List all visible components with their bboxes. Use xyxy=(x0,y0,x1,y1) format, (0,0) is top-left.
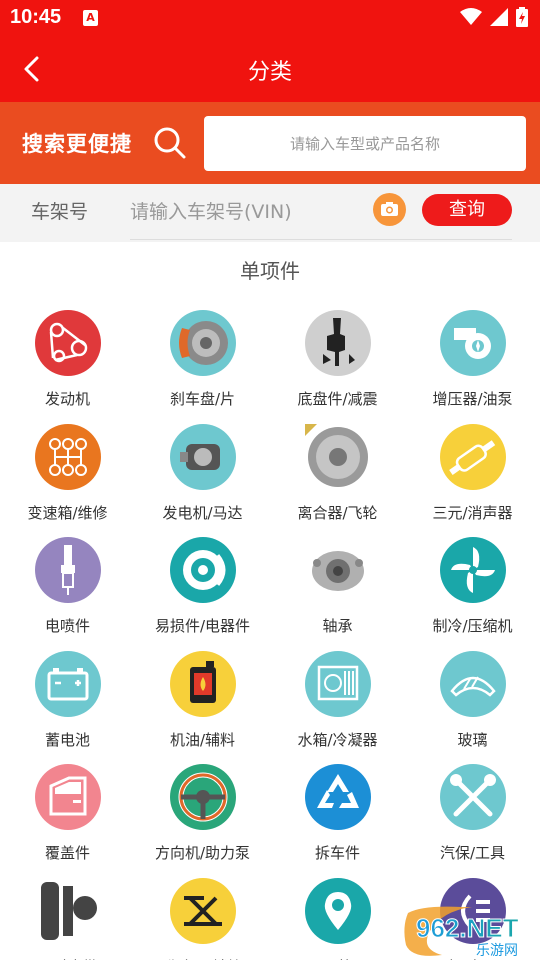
category-label: 离合器/飞轮 xyxy=(297,503,378,522)
search-bar: 搜索更便捷 xyxy=(0,102,540,184)
fan-icon xyxy=(440,537,506,603)
category-label: 导航 xyxy=(270,956,405,960)
notification-icon: A xyxy=(83,10,98,26)
category-item[interactable]: 拆车件 xyxy=(270,762,405,875)
category-label: 机油/辅料 xyxy=(169,730,236,749)
car-door-icon xyxy=(35,764,101,830)
turbocharger-icon xyxy=(440,310,506,376)
category-item[interactable]: 易损件/电器件 xyxy=(135,535,270,648)
shock-absorber-icon xyxy=(305,310,371,376)
title-bar: 分类 xyxy=(0,36,540,102)
category-item[interactable]: 汽保/工具 xyxy=(405,762,540,875)
search-slogan: 搜索更便捷 xyxy=(22,132,132,156)
search-input[interactable] xyxy=(204,116,526,171)
lift-icon xyxy=(170,877,236,944)
query-button[interactable]: 查询 xyxy=(422,194,512,226)
category-item[interactable]: 制冷/压缩机 xyxy=(405,535,540,648)
page-title: 分类 xyxy=(247,60,292,85)
status-time: 10:45 xyxy=(10,6,62,28)
vin-row: 车架号 查询 xyxy=(0,184,540,242)
battery-status-icon xyxy=(516,7,528,27)
category-label: 水箱/冷凝器 xyxy=(297,730,378,749)
wrench-tools-icon xyxy=(440,764,506,830)
wifi-icon xyxy=(460,8,482,25)
category-item[interactable]: 机油/辅料 xyxy=(135,649,270,762)
category-label: 蓄电池 xyxy=(44,730,90,749)
signal-icon xyxy=(490,8,508,26)
timing-belt-icon xyxy=(35,877,101,944)
category-item[interactable]: 正时皮带 xyxy=(0,876,135,960)
category-label: 底盘件/减震 xyxy=(297,390,378,408)
category-label: 增压器/油泵 xyxy=(432,390,513,408)
battery-icon xyxy=(35,650,101,717)
svg-text:乐游网: 乐游网 xyxy=(476,943,518,959)
category-item[interactable]: 发电机/马达 xyxy=(135,422,270,535)
category-item[interactable]: 方向机/助力泵 xyxy=(135,762,270,875)
category-label: 易损件/电器件 xyxy=(154,617,251,635)
vin-input[interactable] xyxy=(130,190,370,234)
category-item[interactable]: 玻璃 xyxy=(405,649,540,762)
category-label: 汽保/工具 xyxy=(439,844,506,862)
category-item[interactable]: 底盘件/减震 xyxy=(270,308,405,421)
category-label: 刹车盘/片 xyxy=(169,390,236,408)
status-bar: 10:45 A xyxy=(0,0,540,36)
category-label: 升降器/锁块 xyxy=(135,956,270,960)
svg-text:962.NET: 962.NET xyxy=(416,913,519,943)
clutch-icon xyxy=(305,423,371,490)
category-label: 电喷件 xyxy=(44,617,90,635)
alternator-icon xyxy=(170,423,236,490)
category-item[interactable]: 覆盖件 xyxy=(0,762,135,875)
spark-plug-icon xyxy=(35,537,101,603)
category-item[interactable]: 刹车盘/片 xyxy=(135,308,270,421)
category-item[interactable]: 离合器/飞轮 xyxy=(270,422,405,535)
engine-belt-icon xyxy=(35,310,101,376)
steering-wheel-icon xyxy=(170,764,236,830)
muffler-icon xyxy=(440,423,506,490)
category-label: 拆车件 xyxy=(314,844,360,862)
category-label: 三元/消声器 xyxy=(432,503,513,522)
oil-can-icon xyxy=(170,650,236,717)
section-title: 单项件 xyxy=(240,259,300,283)
category-item[interactable]: 升降器/锁块 xyxy=(135,876,270,960)
location-pin-icon xyxy=(305,877,371,944)
category-item[interactable]: 发动机 xyxy=(0,308,135,421)
vin-label: 车架号 xyxy=(31,201,89,223)
category-label: 玻璃 xyxy=(457,730,488,749)
category-label: 覆盖件 xyxy=(44,844,90,862)
category-label: 轴承 xyxy=(322,617,353,635)
gearbox-icon xyxy=(35,423,101,490)
brake-disc-icon xyxy=(170,310,236,376)
camera-button[interactable] xyxy=(373,193,406,226)
category-item[interactable]: 水箱/冷凝器 xyxy=(270,649,405,762)
camera-icon xyxy=(381,202,398,216)
category-item[interactable]: 变速箱/维修 xyxy=(0,422,135,535)
category-label: 发动机 xyxy=(44,390,90,408)
windshield-icon xyxy=(440,650,506,717)
category-item[interactable]: 电喷件 xyxy=(0,535,135,648)
category-label: 正时皮带 xyxy=(0,956,135,960)
category-label: 方向机/助力泵 xyxy=(154,844,251,862)
wheel-bearing-icon xyxy=(305,537,371,603)
category-item[interactable]: 增压器/油泵 xyxy=(405,308,540,421)
category-item[interactable]: 导航 xyxy=(270,876,405,960)
search-icon xyxy=(154,127,186,159)
category-item[interactable]: 三元/消声器 xyxy=(405,422,540,535)
category-item[interactable]: 蓄电池 xyxy=(0,649,135,762)
category-label: 变速箱/维修 xyxy=(27,503,108,522)
category-label: 制冷/压缩机 xyxy=(432,617,513,635)
recycle-icon xyxy=(305,764,371,830)
watermark-logo: 962.NET 乐游网 xyxy=(404,906,519,959)
vin-underline xyxy=(130,239,512,240)
category-item[interactable]: 轴承 xyxy=(270,535,405,648)
radiator-icon xyxy=(305,650,371,717)
category-label: 发电机/马达 xyxy=(162,503,243,522)
top-bar: 10:45 A 分类 xyxy=(0,0,540,102)
status-indicators xyxy=(460,7,528,27)
disc-part-icon xyxy=(170,537,236,603)
